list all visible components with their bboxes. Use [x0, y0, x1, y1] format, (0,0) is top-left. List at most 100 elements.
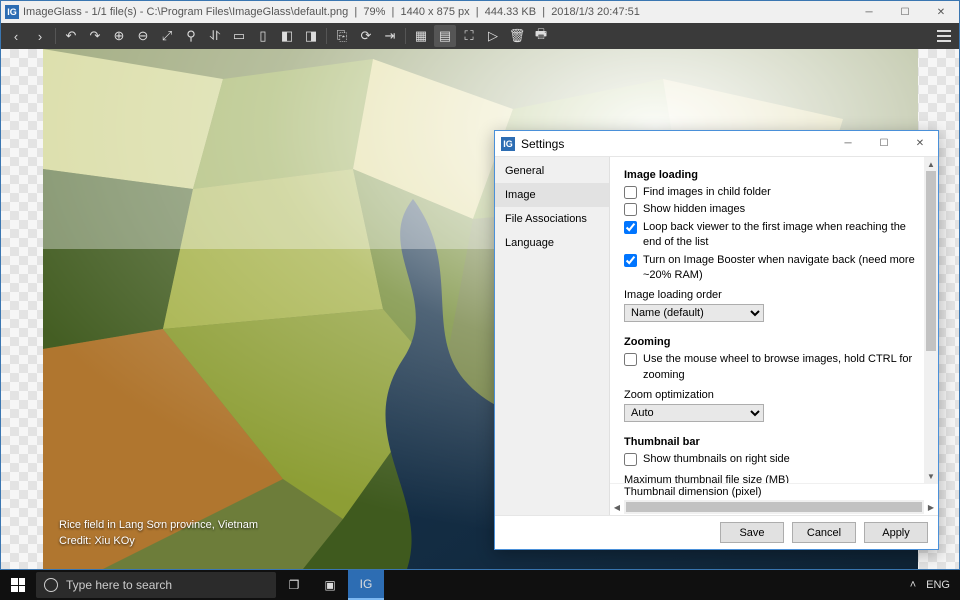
slideshow-button[interactable]: ▷ — [482, 25, 504, 47]
checkbox-label: Show hidden images — [643, 202, 745, 217]
zoom-in-button[interactable]: ⊕ — [108, 25, 130, 47]
title-dim: 1440 x 875 px — [401, 6, 470, 18]
title-date: 2018/1/3 20:47:51 — [551, 6, 640, 18]
save-button[interactable]: Save — [720, 522, 784, 543]
title-zoom: 79% — [363, 6, 385, 18]
select-loading-order[interactable]: Name (default) — [624, 304, 764, 322]
sidebar-item-image[interactable]: Image — [495, 183, 609, 207]
scroll-thumb[interactable] — [926, 171, 936, 351]
fullscreen-button[interactable]: ⛶ — [458, 25, 480, 47]
scroll-down-icon[interactable]: ▼ — [924, 469, 938, 483]
zoom-out-button[interactable]: ⊖ — [132, 25, 154, 47]
caption-line2: Credit: Xiu KOy — [59, 534, 258, 549]
checkbox-label: Show thumbnails on right side — [643, 452, 790, 467]
goto-button[interactable]: ⇥ — [379, 25, 401, 47]
refresh-button[interactable]: ⟳ — [355, 25, 377, 47]
windows-logo-icon — [11, 578, 25, 592]
vertical-scrollbar[interactable]: ▲ ▼ — [924, 157, 938, 483]
print-button[interactable]: 🖶 — [530, 25, 552, 47]
scroll-up-icon[interactable]: ▲ — [924, 157, 938, 171]
rotate-left-button[interactable]: ↶ — [60, 25, 82, 47]
fit-width-button[interactable]: ▭ — [228, 25, 250, 47]
next-image-button[interactable]: › — [29, 25, 51, 47]
rotate-right-button[interactable]: ↷ — [84, 25, 106, 47]
caption-line1: Rice field in Lang Sơn province, Vietnam — [59, 518, 258, 533]
lock-zoom-button[interactable]: ⥯ — [204, 25, 226, 47]
toolbar: ‹ › ↶ ↷ ⊕ ⊖ ⤢ ⚲ ⥯ ▭ ▯ ◧ ◨ ⎘ ⟳ ⇥ ▦ ▤ ⛶ ▷ … — [1, 23, 959, 49]
settings-sidebar: General Image File Associations Language — [495, 157, 610, 515]
checkbox-label: Turn on Image Booster when navigate back… — [643, 253, 924, 284]
sidebar-item-file-associations[interactable]: File Associations — [495, 207, 609, 231]
task-view-button[interactable]: ❐ — [276, 570, 312, 600]
checkbox-find-child-folder[interactable]: Find images in child folder — [624, 185, 924, 200]
auto-zoom-button[interactable]: ◨ — [300, 25, 322, 47]
cancel-button[interactable]: Cancel — [792, 522, 856, 543]
heading-image-loading: Image loading — [624, 169, 924, 181]
hscroll-thumb[interactable] — [626, 502, 922, 512]
sidebar-item-general[interactable]: General — [495, 159, 609, 183]
actual-size-button[interactable]: ⚲ — [180, 25, 202, 47]
section-thumbnail-bar: Thumbnail bar Show thumbnails on right s… — [624, 436, 924, 483]
settings-dialog: IG Settings ─ ☐ ✕ General Image File Ass… — [494, 130, 939, 550]
tray-language[interactable]: ENG — [926, 579, 950, 591]
delete-button[interactable]: 🗑 — [506, 25, 528, 47]
checkbox-input[interactable] — [624, 353, 637, 366]
menu-button[interactable] — [933, 25, 955, 47]
checkbox-input[interactable] — [624, 203, 637, 216]
taskbar-app-1[interactable]: ▣ — [312, 570, 348, 600]
checkbox-input[interactable] — [624, 221, 637, 234]
apply-button[interactable]: Apply — [864, 522, 928, 543]
settings-title: Settings — [521, 137, 564, 151]
taskbar-imageglass[interactable]: IG — [348, 570, 384, 600]
tray-chevron-icon[interactable]: ˄ — [910, 579, 916, 591]
title-path: C:\Program Files\ImageGlass\default.png — [147, 6, 349, 18]
thumbnail-bar-button[interactable]: ▤ — [434, 25, 456, 47]
checkbox-image-booster[interactable]: Turn on Image Booster when navigate back… — [624, 253, 924, 284]
fit-height-button[interactable]: ▯ — [252, 25, 274, 47]
settings-titlebar[interactable]: IG Settings ─ ☐ ✕ — [495, 131, 938, 157]
title-app: ImageGlass — [23, 6, 82, 18]
label-thumb-dim: Thumbnail dimension (pixel) — [610, 486, 762, 498]
label-loading-order: Image loading order — [624, 289, 924, 301]
window-fit-button[interactable]: ◧ — [276, 25, 298, 47]
section-zooming: Zooming Use the mouse wheel to browse im… — [624, 336, 924, 422]
settings-close-button[interactable]: ✕ — [902, 133, 938, 155]
horizontal-scrollbar[interactable] — [624, 500, 924, 514]
checkbox-input[interactable] — [624, 254, 637, 267]
settings-minimize-button[interactable]: ─ — [830, 133, 866, 155]
settings-icon: IG — [501, 137, 515, 151]
taskbar-search[interactable]: Type here to search — [36, 572, 276, 598]
prev-image-button[interactable]: ‹ — [5, 25, 27, 47]
taskbar: Type here to search ❐ ▣ IG ˄ ENG — [0, 570, 960, 600]
title-size: 444.33 KB — [485, 6, 536, 18]
hscroll-right-icon[interactable]: ▶ — [924, 500, 938, 514]
checkbox-input[interactable] — [624, 186, 637, 199]
minimize-button[interactable]: ─ — [851, 1, 887, 23]
select-zoom-opt[interactable]: Auto — [624, 404, 764, 422]
search-placeholder: Type here to search — [66, 578, 172, 592]
checkbox-show-hidden[interactable]: Show hidden images — [624, 202, 924, 217]
app-titlebar[interactable]: IG ImageGlass - 1/1 file(s) - C:\Program… — [1, 1, 959, 23]
start-button[interactable] — [0, 570, 36, 600]
checkerboard-button[interactable]: ▦ — [410, 25, 432, 47]
checkbox-label: Find images in child folder — [643, 185, 771, 200]
settings-maximize-button[interactable]: ☐ — [866, 133, 902, 155]
checkbox-thumb-right[interactable]: Show thumbnails on right side — [624, 452, 924, 467]
image-caption: Rice field in Lang Sơn province, Vietnam… — [59, 518, 258, 549]
settings-content: Image loading Find images in child folde… — [610, 157, 938, 483]
close-button[interactable]: ✕ — [923, 1, 959, 23]
checkbox-label: Loop back viewer to the first image when… — [643, 220, 924, 251]
checkbox-loop-back[interactable]: Loop back viewer to the first image when… — [624, 220, 924, 251]
open-button[interactable]: ⎘ — [331, 25, 353, 47]
zoom-fit-button[interactable]: ⤢ — [156, 25, 178, 47]
hscroll-left-icon[interactable]: ◀ — [610, 500, 624, 514]
system-tray[interactable]: ˄ ENG — [900, 579, 960, 591]
maximize-button[interactable]: ☐ — [887, 1, 923, 23]
checkbox-mouse-wheel[interactable]: Use the mouse wheel to browse images, ho… — [624, 352, 924, 383]
title-counter: 1/1 file(s) — [91, 6, 136, 18]
checkbox-input[interactable] — [624, 453, 637, 466]
heading-zooming: Zooming — [624, 336, 924, 348]
sidebar-item-language[interactable]: Language — [495, 231, 609, 255]
label-zoom-opt: Zoom optimization — [624, 389, 924, 401]
app-icon: IG — [5, 5, 19, 19]
